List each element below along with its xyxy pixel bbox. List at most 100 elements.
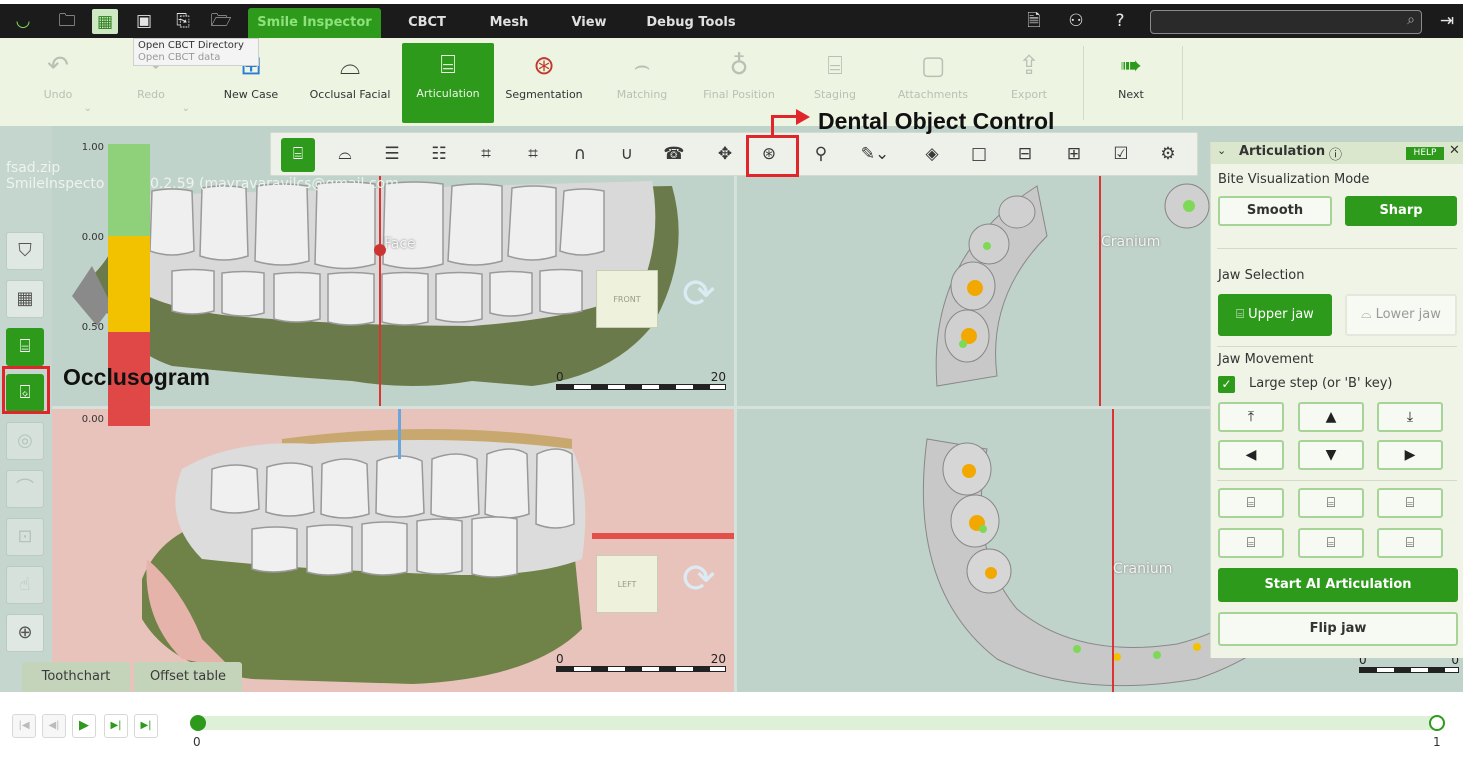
rotate-icon[interactable]: ⟳ [682, 559, 716, 599]
tab-offset-table[interactable]: Offset table [134, 662, 242, 692]
move-down-step-button[interactable]: ⤓ [1377, 402, 1443, 432]
articulation-button[interactable]: ⌸ Articulation [402, 43, 494, 123]
large-step-checkbox[interactable]: ✓ [1218, 376, 1235, 393]
scale-ruler [556, 666, 726, 672]
staging-icon: ⌸ [827, 51, 843, 81]
chevron-down-icon[interactable]: ⌄ [182, 103, 190, 114]
single-view-icon[interactable]: □ [962, 138, 996, 172]
cbct-directory-icon[interactable]: ▦ [92, 9, 118, 34]
timeline-slider[interactable] [192, 716, 1444, 730]
bottom-view-icon[interactable]: ∪ [610, 138, 644, 172]
logout-icon[interactable]: ⇥ [1434, 8, 1460, 34]
smooth-button[interactable]: Smooth [1218, 196, 1332, 226]
jaw-align-icon[interactable]: ⌸ [6, 328, 44, 366]
right-view-icon[interactable]: ⌗ [516, 138, 550, 172]
sharp-button[interactable]: Sharp [1345, 196, 1457, 226]
chevron-down-icon[interactable]: ⌄ [84, 103, 92, 114]
occlusal-facial-button[interactable]: ⌓ Occlusal Facial [304, 44, 396, 124]
tab-toothchart[interactable]: Toothchart [22, 662, 130, 692]
legend-value: 0.00 [81, 414, 104, 425]
next-button[interactable]: ➠ Next [1098, 44, 1164, 124]
segmentation-button[interactable]: ⊛ Segmentation [500, 44, 588, 124]
skip-start-icon[interactable]: |◀ [12, 714, 36, 738]
move-icon[interactable]: ✥ [708, 138, 742, 172]
search-tooth-icon[interactable]: ⊕ [6, 614, 44, 652]
close-icon[interactable]: ✕ [1449, 143, 1460, 158]
occlusal-view-icon[interactable]: ☎ [657, 138, 691, 172]
move-left-button[interactable]: ◀ [1218, 440, 1284, 470]
arch-icon[interactable]: ⌒ [6, 470, 44, 508]
lower-jaw-view-icon[interactable]: ⌓ [328, 138, 362, 172]
document-icon[interactable]: 🗎 [1021, 8, 1047, 34]
bracket-icon[interactable]: ⊡ [6, 518, 44, 556]
tooth-chart-icon[interactable]: ⛉ [6, 232, 44, 270]
move-up-step-button[interactable]: ⤒ [1218, 402, 1284, 432]
matching-button[interactable]: ⌢ Matching [604, 44, 680, 124]
front-view-icon[interactable]: ☰ [375, 138, 409, 172]
tab-cbct[interactable]: CBCT [392, 8, 462, 38]
upper-jaw-view-icon[interactable]: ⌸ [281, 138, 315, 172]
top-view-icon[interactable]: ∩ [563, 138, 597, 172]
left-view-pane[interactable]: LEFT ⟳ 0 20 [52, 409, 734, 692]
gesture-icon[interactable]: ☝ [6, 566, 44, 604]
collapse-icon[interactable]: ⌄ [1217, 144, 1226, 157]
help-icon[interactable]: ? [1107, 8, 1133, 34]
cranium-guide-line [1099, 176, 1101, 406]
rotate-yaw-left-button[interactable]: ⌸ [1298, 488, 1364, 518]
tooth-select-icon[interactable]: ⚲ [804, 138, 838, 172]
skip-end-icon[interactable]: ▶| [134, 714, 158, 738]
left-view-icon[interactable]: ⌗ [469, 138, 503, 172]
segmentation-icon: ⊛ [533, 51, 555, 81]
folder-export-icon[interactable]: 🗁 [208, 8, 234, 34]
articulation-icon: ⌸ [440, 50, 456, 80]
help-button[interactable]: HELP [1406, 147, 1444, 160]
step-forward-icon[interactable]: ▶| [104, 714, 128, 738]
grid-icon[interactable]: ▦ [6, 280, 44, 318]
pane-divider-horizontal[interactable] [52, 406, 1212, 409]
rotate-roll-right-button[interactable]: ⌸ [1377, 528, 1443, 558]
jaw-icon[interactable]: ◎ [6, 422, 44, 460]
hierarchy-icon[interactable]: ⚇ [1063, 8, 1089, 34]
move-down-button[interactable]: ▼ [1298, 440, 1364, 470]
panel-divider [1217, 480, 1457, 481]
export-label: Export [1010, 88, 1047, 101]
tab-view[interactable]: View [556, 8, 622, 38]
hide-icon[interactable]: ◈ [915, 138, 949, 172]
timeline-end-knob[interactable] [1429, 715, 1445, 731]
rotate-pitch-down-button[interactable]: ⌸ [1218, 528, 1284, 558]
tab-debug-tools[interactable]: Debug Tools [636, 8, 746, 38]
split-horizontal-icon[interactable]: ⊟ [1008, 138, 1042, 172]
rotate-roll-left-button[interactable]: ⌸ [1377, 488, 1443, 518]
timeline-knob[interactable] [190, 715, 206, 731]
save-as-icon[interactable]: ⎘ [170, 8, 196, 34]
start-ai-articulation-button[interactable]: Start AI Articulation [1218, 568, 1458, 602]
paint-icon[interactable]: ✎⌄ [851, 138, 899, 172]
move-right-button[interactable]: ▶ [1377, 440, 1443, 470]
undo-button[interactable]: ↶ Undo ⌄ [22, 44, 94, 124]
legend-value: 0.50 [81, 322, 104, 333]
left-orientation-cube[interactable]: LEFT [596, 555, 658, 613]
lower-jaw-button[interactable]: ⌓ Lower jaw [1345, 294, 1457, 336]
check-icon[interactable]: ☑ [1104, 138, 1138, 172]
upper-jaw-button[interactable]: ⌸ Upper jaw [1218, 294, 1332, 336]
front-orientation-cube[interactable]: FRONT [596, 270, 658, 328]
back-view-icon[interactable]: ☷ [422, 138, 456, 172]
rotate-icon[interactable]: ⟳ [682, 274, 716, 314]
pane-divider-vertical[interactable] [734, 176, 737, 692]
final-position-button[interactable]: ♁ Final Position [694, 44, 784, 124]
quad-view-icon[interactable]: ⊞ [1057, 138, 1091, 172]
search-input[interactable]: ⌕ [1150, 10, 1422, 34]
tab-smile-inspector[interactable]: Smile Inspector [248, 8, 381, 38]
rotate-pitch-up-button[interactable]: ⌸ [1218, 488, 1284, 518]
settings-icon[interactable]: ⚙ [1151, 138, 1185, 172]
play-icon[interactable]: ▶ [72, 714, 96, 738]
folder-open-icon[interactable]: 🗀 [54, 8, 80, 34]
step-back-icon[interactable]: ◀| [42, 714, 66, 738]
rotate-yaw-right-button[interactable]: ⌸ [1298, 528, 1364, 558]
logo-icon[interactable]: ◡ [10, 8, 36, 34]
save-icon[interactable]: ▣ [131, 8, 157, 34]
info-icon[interactable]: ⓘ [1329, 144, 1342, 163]
move-up-button[interactable]: ▲ [1298, 402, 1364, 432]
tab-mesh[interactable]: Mesh [474, 8, 544, 38]
flip-jaw-button[interactable]: Flip jaw [1218, 612, 1458, 646]
